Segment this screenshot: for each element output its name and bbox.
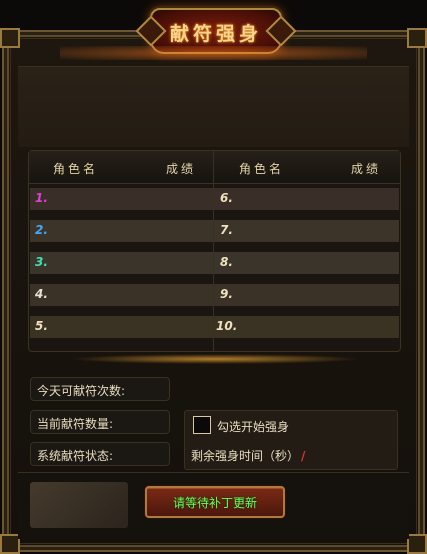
decorative-glow-divider [70,354,360,364]
remaining-time-label: 剩余强身时间（秒） [191,449,300,463]
header-right-score: 成绩 [351,162,382,176]
column-divider [213,151,214,351]
table-row: 1. 6. [30,188,399,210]
table-row: 4. 9. [30,284,399,306]
rank-number: 1. [35,191,48,205]
header-left-score: 成绩 [166,162,197,176]
header-left-name: 角色名 [53,162,99,176]
rank-number: 10. [216,319,238,333]
table-row: 3. 8. [30,252,399,274]
header-panel [18,66,409,147]
frame-corner-ornament [0,28,20,48]
start-strengthen-checkbox[interactable] [193,416,211,434]
rank-number: 5. [35,319,48,333]
strengthen-options-panel: 勾选开始强身 剩余强身时间（秒） / [184,410,398,470]
title-glow [60,46,367,60]
system-status-label: 系统献符状态: [30,442,170,466]
today-available-label: 今天可献符次数: [30,377,170,401]
current-count-label: 当前献符数量: [30,410,170,434]
frame-corner-ornament [407,534,427,554]
wait-update-button-label: 请等待补丁更新 [172,496,257,510]
rank-number: 6. [220,191,233,205]
rank-number: 2. [35,223,48,237]
scroll-image [30,482,128,528]
rank-number: 4. [35,287,48,301]
remaining-time: 剩余强身时间（秒） / [191,447,305,464]
rank-number: 3. [35,255,48,269]
table-row: 5. 10. [30,316,399,338]
table-header: 角色名 成绩 角色名 成绩 [29,151,400,184]
table-row: 2. 7. [30,220,399,242]
wait-update-button[interactable]: 请等待补丁更新 [145,486,285,518]
rank-number: 9. [220,287,233,301]
rank-number: 7. [220,223,233,237]
remaining-time-value: / [301,449,306,463]
header-right-name: 角色名 [239,162,285,176]
frame-corner-ornament [407,28,427,48]
frame-corner-ornament [0,534,20,554]
checkbox-label: 勾选开始强身 [217,420,290,434]
ranking-table: 角色名 成绩 角色名 成绩 1. 6. 2. 7. 3. 8. 4. 9. 5.… [28,150,401,352]
rank-number: 8. [220,255,233,269]
window-title: 献符强身 [169,23,262,45]
